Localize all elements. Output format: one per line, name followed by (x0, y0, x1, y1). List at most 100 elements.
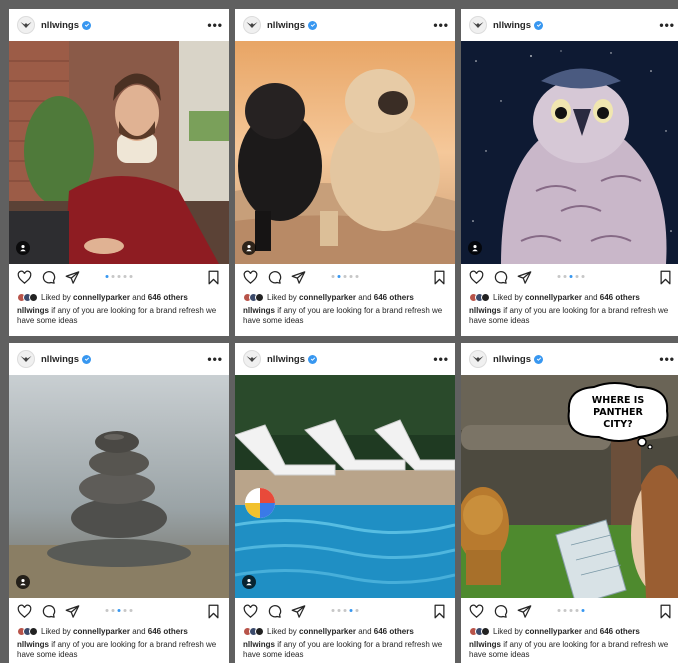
wings-logo-icon[interactable] (17, 16, 35, 34)
likes-count-link[interactable]: 646 others (148, 293, 188, 302)
post-image[interactable] (461, 41, 678, 264)
send-icon[interactable] (291, 270, 306, 285)
heart-icon[interactable] (469, 270, 484, 285)
liked-by-user-link[interactable]: connellyparker (299, 627, 356, 636)
liked-by-avatars (469, 626, 490, 636)
verified-badge-icon (82, 354, 91, 364)
send-icon[interactable] (65, 604, 80, 619)
send-icon[interactable] (517, 270, 532, 285)
liked-by-user-link[interactable]: connellyparker (73, 627, 130, 636)
liked-by-label: Liked by (41, 626, 71, 636)
bookmark-icon[interactable] (658, 270, 673, 285)
user-tag-icon[interactable] (16, 575, 30, 589)
wings-logo-icon[interactable] (243, 16, 261, 34)
liked-by-and: and (358, 626, 372, 636)
caption-username[interactable]: nllwings (17, 306, 49, 315)
caption-username[interactable]: nllwings (469, 306, 501, 315)
post-image[interactable] (9, 41, 229, 264)
comment-icon[interactable] (267, 604, 282, 619)
comment-icon[interactable] (41, 270, 56, 285)
caption-username[interactable]: nllwings (469, 640, 501, 649)
liked-by-and: and (584, 292, 598, 302)
carousel-dots (105, 275, 133, 278)
wings-logo-icon[interactable] (469, 16, 487, 34)
liked-by-and: and (132, 626, 146, 636)
post-actions (235, 264, 455, 290)
more-horizontal-icon[interactable]: ••• (207, 19, 223, 31)
post-caption: nllwings if any of you are looking for a… (9, 304, 229, 326)
wings-logo-icon[interactable] (243, 350, 261, 368)
post-username[interactable]: nllwings (267, 20, 305, 31)
heart-icon[interactable] (243, 604, 258, 619)
send-icon[interactable] (291, 604, 306, 619)
post-image[interactable] (9, 375, 229, 598)
post-username[interactable]: nllwings (493, 354, 531, 365)
heart-icon[interactable] (17, 270, 32, 285)
post-caption: nllwings if any of you are looking for a… (461, 638, 678, 660)
post-actions (461, 598, 678, 624)
wings-logo-icon[interactable] (17, 350, 35, 368)
user-tag-icon[interactable] (242, 241, 256, 255)
more-horizontal-icon[interactable]: ••• (433, 353, 449, 365)
send-icon[interactable] (517, 604, 532, 619)
feed-post: nllwings ••• Liked by connellyparker and… (9, 343, 229, 663)
post-username[interactable]: nllwings (41, 20, 79, 31)
heart-icon[interactable] (243, 270, 258, 285)
likes-count-link[interactable]: 646 others (600, 627, 640, 636)
post-image[interactable] (235, 41, 455, 264)
likes-count-link[interactable]: 646 others (374, 627, 414, 636)
comment-icon[interactable] (493, 270, 508, 285)
bookmark-icon[interactable] (658, 604, 673, 619)
post-username[interactable]: nllwings (267, 354, 305, 365)
more-horizontal-icon[interactable]: ••• (659, 353, 675, 365)
liked-by-user-link[interactable]: connellyparker (299, 293, 356, 302)
bookmark-icon[interactable] (432, 270, 447, 285)
liked-by-user-link[interactable]: connellyparker (525, 293, 582, 302)
liked-by-avatars (17, 292, 38, 302)
user-tag-icon[interactable] (468, 241, 482, 255)
bookmark-icon[interactable] (206, 270, 221, 285)
likes-line: Liked by connellyparker and 646 others (235, 624, 455, 638)
feed-post: nllwings ••• WHERE IS PANTHER CITY? Like… (461, 343, 678, 663)
post-image[interactable] (235, 375, 455, 598)
heart-icon[interactable] (17, 604, 32, 619)
liked-by-user-link[interactable]: connellyparker (73, 293, 130, 302)
caption-username[interactable]: nllwings (243, 306, 275, 315)
liked-by-and: and (132, 292, 146, 302)
likes-count-link[interactable]: 646 others (148, 627, 188, 636)
liked-by-and: and (584, 626, 598, 636)
more-horizontal-icon[interactable]: ••• (433, 19, 449, 31)
more-horizontal-icon[interactable]: ••• (659, 19, 675, 31)
speech-bubble-text: WHERE IS PANTHER CITY? (591, 395, 645, 430)
heart-icon[interactable] (469, 604, 484, 619)
send-icon[interactable] (65, 270, 80, 285)
carousel-dots (105, 609, 133, 612)
likes-count-link[interactable]: 646 others (600, 293, 640, 302)
liked-by-user-link[interactable]: connellyparker (525, 627, 582, 636)
caption-username[interactable]: nllwings (17, 640, 49, 649)
post-username[interactable]: nllwings (493, 20, 531, 31)
comment-icon[interactable] (41, 604, 56, 619)
likes-line: Liked by connellyparker and 646 others (9, 624, 229, 638)
post-username[interactable]: nllwings (41, 354, 79, 365)
liked-by-label: Liked by (41, 292, 71, 302)
verified-badge-icon (82, 20, 91, 30)
more-horizontal-icon[interactable]: ••• (207, 353, 223, 365)
comment-icon[interactable] (267, 270, 282, 285)
verified-badge-icon (308, 20, 317, 30)
liked-by-label: Liked by (267, 292, 297, 302)
user-tag-icon[interactable] (16, 241, 30, 255)
carousel-dots (557, 609, 585, 612)
wings-logo-icon[interactable] (469, 350, 487, 368)
bookmark-icon[interactable] (206, 604, 221, 619)
likes-line: Liked by connellyparker and 646 others (461, 624, 678, 638)
carousel-dots (331, 609, 359, 612)
likes-line: Liked by connellyparker and 646 others (9, 290, 229, 304)
caption-username[interactable]: nllwings (243, 640, 275, 649)
comment-icon[interactable] (493, 604, 508, 619)
likes-count-link[interactable]: 646 others (374, 293, 414, 302)
bookmark-icon[interactable] (432, 604, 447, 619)
verified-badge-icon (308, 354, 317, 364)
user-tag-icon[interactable] (242, 575, 256, 589)
post-image[interactable]: WHERE IS PANTHER CITY? (461, 375, 678, 598)
